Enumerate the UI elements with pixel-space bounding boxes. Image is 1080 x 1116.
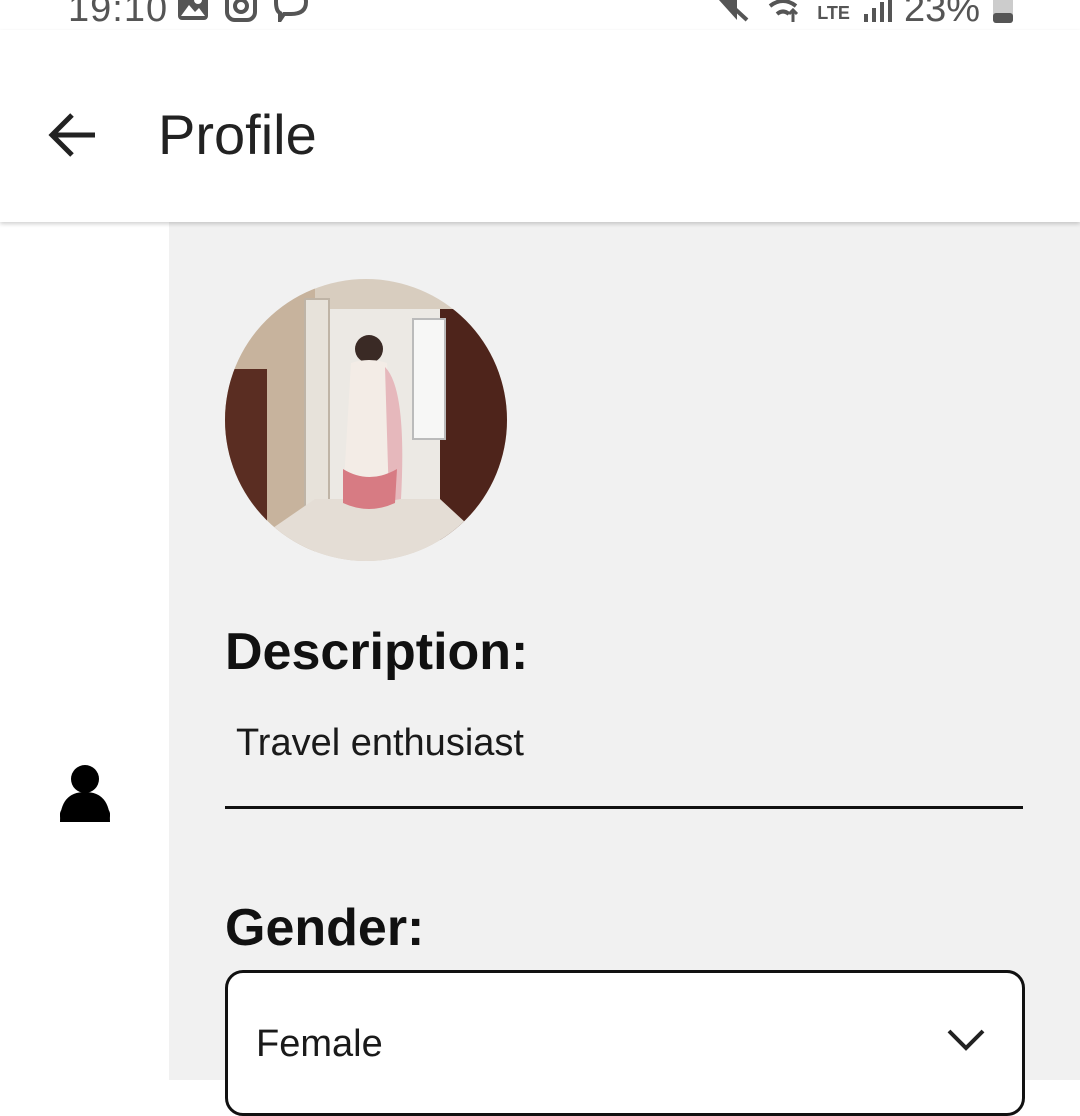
instagram-icon: [225, 0, 257, 22]
rail-item-profile[interactable]: [58, 764, 112, 826]
viber-icon: [274, 0, 309, 22]
description-label: Description:: [225, 623, 529, 681]
mute-icon: [719, 0, 749, 21]
side-rail: [0, 222, 169, 1080]
status-time: 19:10: [68, 0, 169, 30]
profile-content: Description: Travel enthusiast Gender: F…: [169, 222, 1080, 1116]
arrow-back-icon: [48, 113, 95, 157]
chevron-down-icon: [947, 1029, 985, 1051]
back-button[interactable]: [40, 102, 106, 168]
description-field[interactable]: Travel enthusiast: [225, 712, 1023, 809]
volte-lte-label: LTE: [817, 2, 850, 23]
wifi-icon: [769, 0, 799, 22]
profile-photo: [225, 279, 507, 561]
status-bar: 19:10 LTE 23%: [0, 0, 1080, 30]
battery-icon: [993, 0, 1013, 23]
person-icon: [60, 765, 110, 822]
status-left-icons: [176, 0, 310, 22]
gender-dropdown[interactable]: Female: [225, 970, 1025, 1116]
gallery-icon: [178, 0, 208, 20]
gender-label: Gender:: [225, 899, 425, 957]
avatar[interactable]: [225, 279, 507, 561]
page-title: Profile: [158, 103, 317, 166]
gender-selected-value: Female: [256, 1023, 383, 1065]
app-bar: Profile: [0, 30, 1080, 222]
signal-icon: [863, 0, 892, 22]
status-right-icons: LTE 23%: [717, 0, 1014, 31]
battery-percent: 23%: [903, 0, 980, 30]
description-value: Travel enthusiast: [236, 722, 524, 764]
